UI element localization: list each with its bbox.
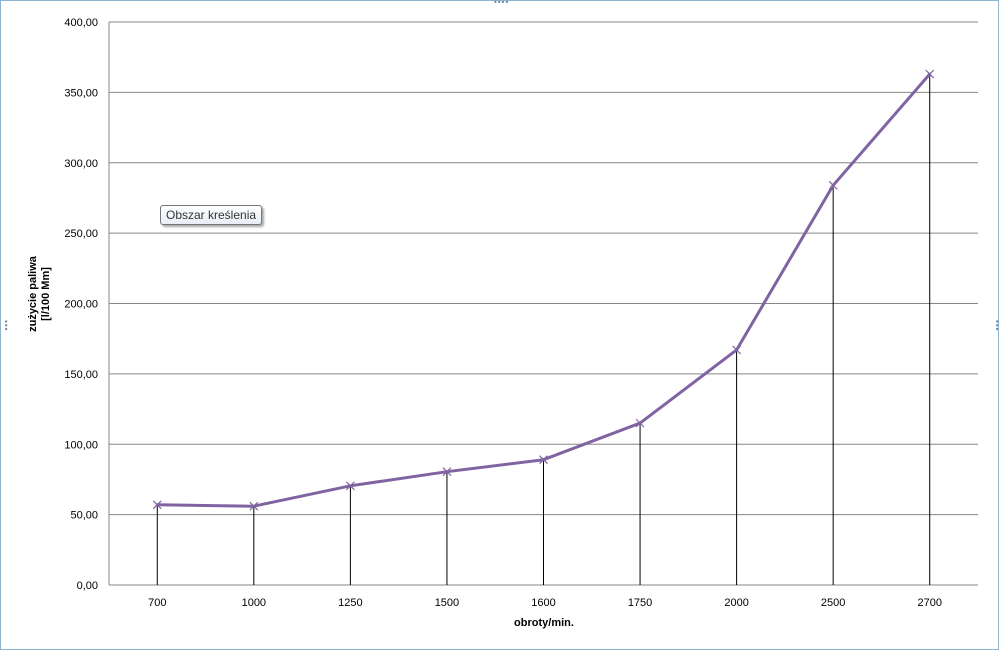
- x-tick-label: 1750: [628, 597, 652, 609]
- x-axis-tick-labels: 700 1000 1250 1500 1600 1750 2000 2500 2700: [148, 597, 942, 609]
- y-axis-title-line-2: [l/100 Mm]: [40, 267, 52, 321]
- y-axis-title-line-1: zużycie paliwa: [27, 255, 39, 332]
- y-tick-label: 400,00: [64, 17, 98, 29]
- x-tick-label: 2000: [724, 597, 748, 609]
- y-tick-label: 0,00: [77, 580, 98, 592]
- y-tick-label: 350,00: [64, 87, 98, 99]
- x-axis-title: obroty/min.: [514, 617, 574, 629]
- drop-lines: [156, 74, 931, 585]
- y-tick-label: 50,00: [70, 510, 98, 522]
- series-fuel-consumption[interactable]: [155, 72, 932, 508]
- x-tick-label: 2500: [821, 597, 845, 609]
- y-tick-label: 150,00: [64, 369, 98, 381]
- y-axis-title: zużycie paliwa [l/100 Mm]: [27, 255, 52, 332]
- y-axis-tick-labels: 0,00 50,00 100,00 150,00 200,00 250,00 300,00 3…: [64, 17, 98, 592]
- series-line[interactable]: [155, 72, 932, 508]
- x-tick-label: 1250: [338, 597, 362, 609]
- line-chart[interactable]: 0,00 50,00 100,00 150,00 200,00 250,00 300,00 3…: [0, 0, 999, 650]
- y-tick-label: 300,00: [64, 158, 98, 170]
- x-tick-label: 2700: [917, 597, 941, 609]
- y-tick-label: 200,00: [64, 299, 98, 311]
- x-tick-label: 700: [148, 597, 166, 609]
- x-tick-label: 1000: [242, 597, 266, 609]
- x-tick-label: 1600: [531, 597, 555, 609]
- x-tick-label: 1500: [435, 597, 459, 609]
- y-tick-label: 250,00: [64, 228, 98, 240]
- plot-area-tooltip: Obszar kreślenia: [160, 205, 263, 225]
- y-tick-label: 100,00: [64, 439, 98, 451]
